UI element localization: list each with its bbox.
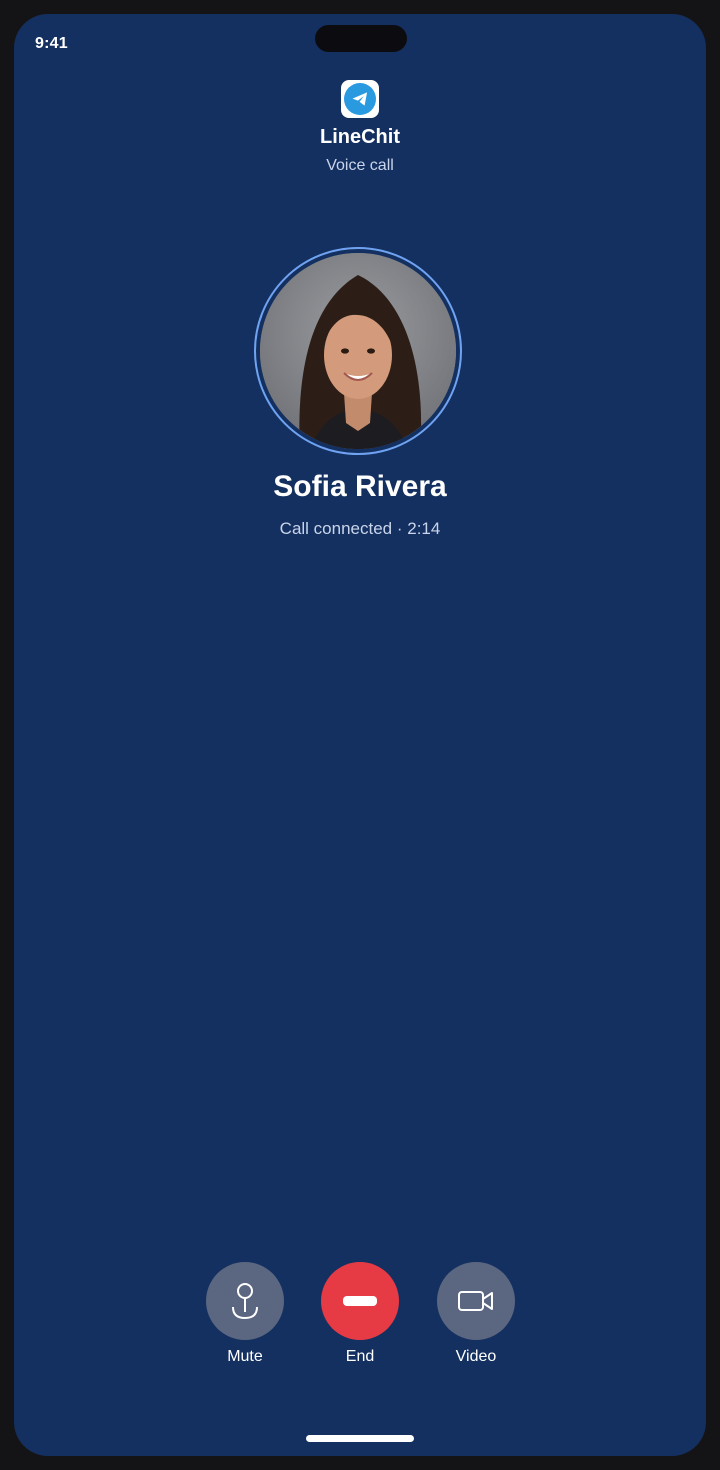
caller-name: Sofia Rivera: [273, 470, 447, 503]
video-camera-icon: [458, 1291, 493, 1311]
mute-button[interactable]: [206, 1262, 284, 1340]
phone-frame: 9:41 LineChit Voice call Sofia Rivera Ca…: [0, 0, 720, 1470]
home-indicator[interactable]: [306, 1435, 414, 1442]
avatar: [260, 253, 456, 449]
app-name: LineChit: [320, 126, 400, 148]
video-label: Video: [455, 1348, 497, 1365]
call-status: Call connected · 2:14: [279, 519, 441, 538]
end-call-button[interactable]: [321, 1262, 399, 1340]
mute-label: Mute: [227, 1348, 263, 1365]
end-label: End: [345, 1348, 375, 1365]
app-icon: [341, 80, 379, 118]
paper-plane-icon: [344, 83, 376, 115]
camera-notch: [315, 25, 407, 52]
status-time: 9:41: [35, 35, 68, 52]
video-button[interactable]: [437, 1262, 515, 1340]
end-call-icon: [343, 1296, 377, 1306]
call-screen: 9:41 LineChit Voice call Sofia Rivera Ca…: [14, 14, 706, 1456]
call-type: Voice call: [326, 157, 394, 174]
microphone-icon: [232, 1283, 258, 1320]
